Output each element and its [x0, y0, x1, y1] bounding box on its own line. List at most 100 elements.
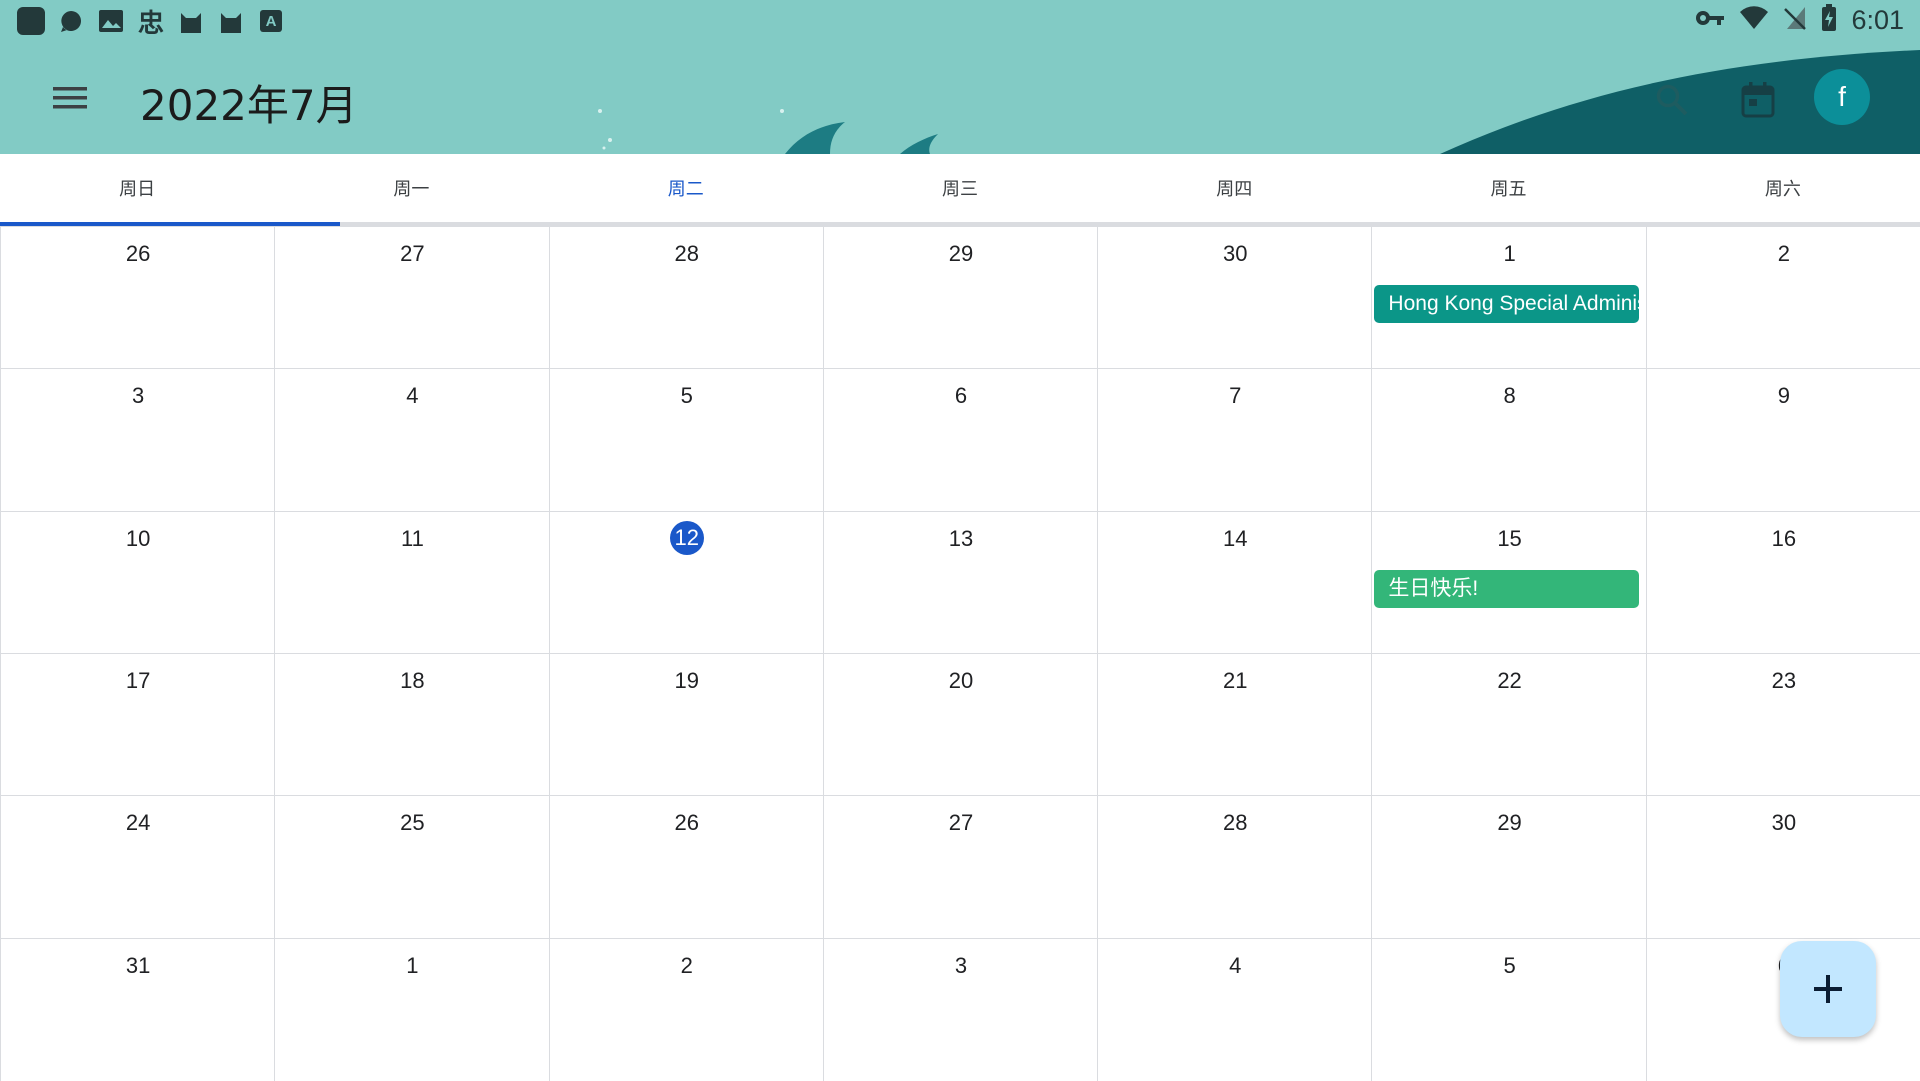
- status-bar: 忠 A 6:01: [0, 0, 1920, 44]
- day-number: 14: [1223, 525, 1248, 551]
- day-cell[interactable]: 26: [548, 796, 824, 939]
- weekday-mon[interactable]: 周一: [274, 154, 548, 222]
- day-number: 4: [406, 383, 419, 409]
- day-number: 17: [125, 668, 151, 693]
- calendar-today-icon: [1741, 82, 1775, 118]
- day-cell[interactable]: 13: [822, 511, 1098, 654]
- week-row: 24 25 26 27 28 29 30: [0, 795, 1920, 939]
- day-cell[interactable]: 10: [0, 511, 275, 654]
- cat-icon: [216, 6, 246, 36]
- account-avatar[interactable]: f: [1814, 69, 1870, 125]
- day-cell[interactable]: 26: [0, 227, 275, 369]
- day-number: 26: [674, 810, 699, 836]
- day-cell[interactable]: 14: [1097, 511, 1372, 654]
- day-number: 26: [125, 241, 151, 266]
- day-cell[interactable]: 20: [822, 654, 1098, 796]
- day-number: 1: [1503, 241, 1516, 266]
- day-number: 28: [1223, 810, 1248, 836]
- day-cell[interactable]: 4: [274, 369, 549, 512]
- day-cell[interactable]: 3: [0, 369, 275, 512]
- weekday-fri[interactable]: 周五: [1371, 154, 1645, 222]
- day-cell[interactable]: 7: [1097, 369, 1372, 512]
- day-number: 24: [125, 810, 151, 836]
- week-row: 3 4 5 6 7 8 9: [0, 368, 1920, 512]
- month-title[interactable]: 2022年7月: [140, 72, 358, 133]
- weekday-wed[interactable]: 周三: [823, 154, 1097, 222]
- day-cell[interactable]: 2: [1645, 227, 1920, 369]
- day-cell[interactable]: 31: [0, 938, 275, 1081]
- day-cell[interactable]: 28: [1097, 796, 1372, 939]
- day-cell[interactable]: 9: [1645, 369, 1920, 512]
- day-number: 5: [680, 383, 693, 409]
- day-cell[interactable]: 16: [1645, 511, 1920, 654]
- text-a-icon-letter: A: [260, 10, 282, 32]
- text-a-icon: A: [256, 6, 286, 36]
- day-cell[interactable]: 3: [822, 938, 1098, 1081]
- day-number: 3: [954, 952, 968, 978]
- day-number: 7: [1229, 383, 1242, 409]
- event-chip[interactable]: Hong Kong Special Administrative Region …: [1374, 285, 1639, 323]
- day-cell[interactable]: 29: [1371, 796, 1646, 939]
- week-row: 17 18 19 20 21 22 23: [0, 653, 1920, 796]
- day-number: 28: [674, 241, 699, 266]
- notification-icons: 忠 A: [16, 6, 286, 39]
- day-number: 25: [400, 810, 425, 836]
- day-cell[interactable]: 28: [548, 227, 824, 369]
- search-icon: [1656, 84, 1688, 116]
- day-cell[interactable]: 24: [0, 796, 275, 939]
- weekday-sat[interactable]: 周六: [1646, 154, 1920, 222]
- week-row: 26 27 28 29 30 1 Hong Kong Special Administrat…: [0, 226, 1920, 369]
- day-cell[interactable]: 5: [548, 369, 824, 512]
- day-cell[interactable]: 27: [822, 796, 1098, 939]
- today-button[interactable]: [1726, 68, 1790, 132]
- weekday-thu[interactable]: 周四: [1097, 154, 1371, 222]
- day-number: 2: [680, 952, 693, 978]
- weekday-tue[interactable]: 周二: [549, 154, 823, 222]
- weekday-sun[interactable]: 周日: [0, 154, 274, 222]
- cat-icon: [176, 6, 206, 36]
- chinese-char-icon: 忠: [137, 8, 164, 39]
- day-cell[interactable]: 15 生日快乐!: [1371, 511, 1646, 654]
- day-number: 29: [948, 241, 974, 266]
- no-sim-icon: [1783, 5, 1807, 36]
- day-cell[interactable]: 19: [548, 654, 824, 796]
- day-number: 4: [1229, 952, 1242, 978]
- day-cell[interactable]: 17: [0, 654, 275, 796]
- menu-button[interactable]: [40, 70, 100, 126]
- day-cell[interactable]: 22: [1371, 654, 1646, 796]
- day-cell[interactable]: 30: [1097, 227, 1372, 369]
- chat-bubble-icon: [56, 6, 86, 36]
- day-cell[interactable]: 2: [548, 938, 824, 1081]
- day-cell[interactable]: 6: [822, 369, 1098, 512]
- app-header: 忠 A 6:01 2022年7月 f: [0, 0, 1920, 154]
- day-number: 3: [132, 383, 145, 409]
- day-cell[interactable]: 1 Hong Kong Special Administrative Region…: [1371, 227, 1646, 369]
- day-number: 16: [1771, 525, 1797, 551]
- day-cell[interactable]: 21: [1097, 654, 1372, 796]
- day-cell[interactable]: 27: [274, 227, 549, 369]
- system-icons: 6:01: [1695, 4, 1904, 37]
- day-number: 2: [1777, 241, 1790, 266]
- day-number: 5: [1503, 952, 1516, 978]
- week-row: 10 11 12 13 14 15 生日快乐! 16: [0, 510, 1920, 654]
- day-number: 30: [1771, 810, 1797, 836]
- day-cell[interactable]: 1: [274, 938, 549, 1081]
- day-cell[interactable]: 23: [1645, 654, 1920, 796]
- create-event-button[interactable]: [1780, 941, 1876, 1037]
- day-cell[interactable]: 12: [548, 511, 824, 654]
- search-button[interactable]: [1640, 68, 1704, 132]
- day-cell[interactable]: 4: [1097, 938, 1372, 1081]
- day-cell[interactable]: 18: [274, 654, 549, 796]
- day-cell[interactable]: 29: [822, 227, 1098, 369]
- event-chip[interactable]: 生日快乐!: [1374, 569, 1639, 608]
- day-number: 18: [400, 668, 425, 693]
- plus-icon: [1814, 975, 1842, 1003]
- day-cell[interactable]: 25: [274, 796, 549, 939]
- day-cell[interactable]: 8: [1371, 369, 1646, 512]
- status-time: 6:01: [1851, 5, 1904, 35]
- day-cell[interactable]: 5: [1371, 938, 1646, 1081]
- hamburger-menu-icon: [53, 87, 87, 109]
- day-cell[interactable]: 11: [274, 511, 549, 654]
- battery-charging-icon: [1821, 4, 1837, 37]
- day-cell[interactable]: 30: [1645, 796, 1920, 939]
